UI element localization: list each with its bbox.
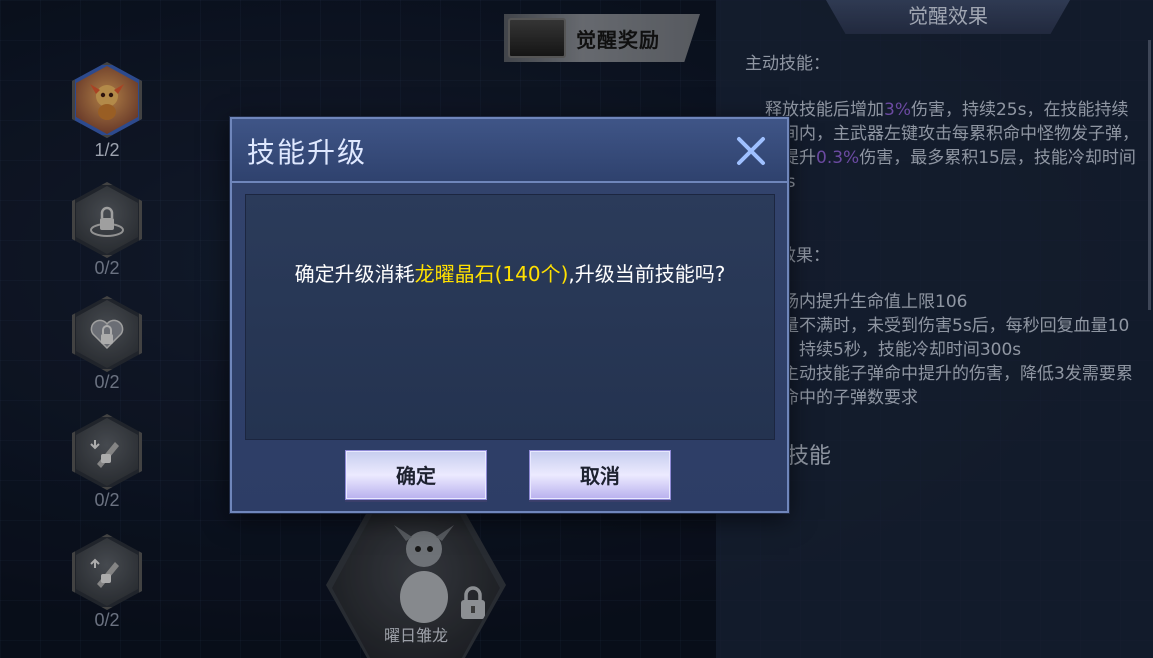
close-icon[interactable] — [733, 133, 769, 169]
cost-highlight: 龙曜晶石(140个) — [414, 262, 569, 286]
confirm-message: 确定升级消耗龙曜晶石(140个),升级当前技能吗? — [294, 262, 726, 286]
confirm-button[interactable]: 确定 — [345, 450, 487, 500]
cancel-button[interactable]: 取消 — [529, 450, 671, 500]
dialog-body: 确定升级消耗龙曜晶石(140个),升级当前技能吗? — [245, 194, 775, 440]
dialog-title: 技能升级 — [247, 136, 368, 169]
skill-upgrade-dialog: 技能升级 确定升级消耗龙曜晶石(140个),升级当前技能吗? 确定 取消 — [230, 117, 789, 513]
dialog-header: 技能升级 — [232, 119, 787, 183]
